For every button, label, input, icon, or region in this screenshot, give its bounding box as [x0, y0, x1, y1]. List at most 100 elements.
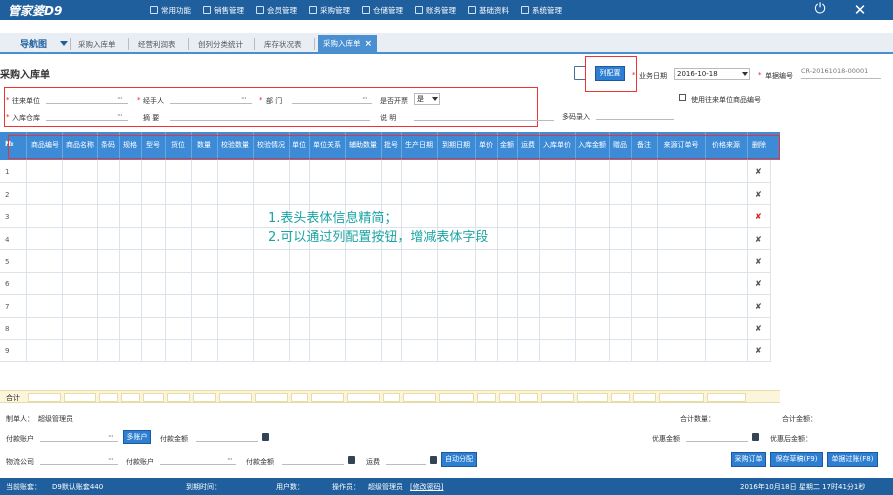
dept-field[interactable]: [292, 92, 372, 104]
handler-field[interactable]: [170, 92, 252, 104]
column-divider: [770, 160, 771, 362]
settings-icon: [521, 6, 529, 14]
delete-row-icon[interactable]: ✘: [755, 279, 762, 288]
delete-row-icon[interactable]: ✘: [755, 190, 762, 199]
auto-allocate-button[interactable]: 自动分配: [441, 452, 477, 467]
yen-icon: [415, 6, 423, 14]
browse-icon[interactable]: ···: [108, 455, 114, 464]
calculator-icon[interactable]: [348, 456, 355, 464]
column-divider: [705, 160, 706, 362]
delete-row-icon[interactable]: ✘: [755, 324, 762, 333]
sum-cell: [255, 393, 288, 402]
pay-account-field[interactable]: [40, 430, 118, 442]
sum-cell: [577, 393, 608, 402]
barcode-label: 多码录入: [562, 113, 590, 121]
delete-row-icon[interactable]: ✘: [755, 257, 762, 266]
close-icon[interactable]: ✕: [850, 0, 870, 20]
menu-member[interactable]: 会员管理: [256, 5, 297, 16]
tab-purchase-inbound-active[interactable]: 采购入库单 ×: [318, 35, 378, 54]
summary-field[interactable]: [170, 109, 370, 121]
column-divider: [575, 160, 576, 362]
row-divider: [0, 182, 770, 183]
tab-profit-report[interactable]: 经营利润表: [138, 37, 176, 54]
column-divider: [381, 160, 382, 362]
vendor-field[interactable]: [46, 92, 128, 104]
barcode-field[interactable]: [596, 108, 674, 120]
status-bar: 当前账套： D9默认账套440 到期时间： 用户数： 操作员： 超级管理员 [修…: [0, 478, 893, 495]
biz-date-picker[interactable]: 2016-10-18: [674, 68, 750, 80]
highlight-box: [8, 135, 780, 159]
calculator-icon[interactable]: [752, 433, 759, 441]
row-divider: [0, 249, 770, 250]
delete-row-icon[interactable]: ✘: [755, 235, 762, 244]
tab-close-icon[interactable]: ×: [365, 39, 373, 49]
nav-map-button[interactable]: 导航图: [20, 37, 47, 50]
purchase-order-button[interactable]: 采购订单: [731, 452, 766, 467]
multi-account-button[interactable]: 多账户: [123, 430, 151, 444]
tab-separator: [254, 38, 255, 50]
pay-amount-field[interactable]: [196, 430, 258, 442]
calculator-icon[interactable]: [430, 456, 437, 464]
power-icon[interactable]: ⏻: [810, 1, 830, 19]
column-divider: [747, 160, 748, 362]
invoice-select[interactable]: 是: [414, 93, 440, 105]
tab-inventory[interactable]: 库存状况表: [264, 37, 302, 54]
warehouse-field[interactable]: [46, 109, 128, 121]
chevron-down-icon[interactable]: [60, 41, 68, 46]
top-bar: 管家婆D9 常用功能 销售管理 会员管理 采购管理 仓储管理 账务管理 基础资料…: [0, 0, 893, 20]
calculator-icon[interactable]: [262, 433, 269, 441]
required-mark: *: [259, 96, 263, 104]
sum-cell: [347, 393, 380, 402]
delete-row-icon[interactable]: ✘: [755, 212, 762, 221]
column-divider: [191, 160, 192, 362]
browse-icon[interactable]: ···: [227, 455, 233, 464]
sum-cell: [403, 393, 436, 402]
after-discount-label: 优惠后金额：: [770, 435, 812, 443]
save-draft-button[interactable]: 保存草稿(F9): [770, 452, 823, 467]
menu-system[interactable]: 系统管理: [521, 5, 562, 16]
delete-row-icon[interactable]: ✘: [755, 346, 762, 355]
delete-row-icon[interactable]: ✘: [755, 302, 762, 311]
freight-field[interactable]: [386, 453, 426, 465]
operator-label: 操作员：: [332, 483, 360, 491]
menu-sales[interactable]: 销售管理: [203, 5, 244, 16]
tab-purchase-inbound[interactable]: 采购入库单: [78, 37, 116, 54]
tab-separator: [188, 38, 189, 50]
pay-amount2-label: 付款金额: [246, 458, 274, 466]
summary-label: 摘 要: [143, 114, 160, 122]
tab-separator: [70, 38, 71, 50]
menu-purchase[interactable]: 采购管理: [309, 5, 350, 16]
browse-icon[interactable]: ···: [362, 94, 368, 103]
row-number: 3: [5, 213, 10, 221]
change-password-link[interactable]: [修改密码]: [410, 482, 443, 492]
browse-icon[interactable]: ···: [117, 111, 123, 120]
menu-warehouse[interactable]: 仓储管理: [362, 5, 403, 16]
sum-cell: [659, 393, 704, 402]
tab-separator: [128, 38, 129, 50]
operator-value: 超级管理员: [368, 483, 403, 491]
sum-cell: [439, 393, 474, 402]
column-config-button[interactable]: 列配置: [595, 66, 625, 81]
column-divider: [497, 160, 498, 362]
post-document-button[interactable]: 单据过账(F8): [827, 452, 878, 467]
required-mark: *: [632, 71, 636, 79]
menu-basic-data[interactable]: 基础资料: [468, 5, 509, 16]
chevron-down-icon: [432, 97, 438, 101]
browse-icon[interactable]: ···: [241, 94, 247, 103]
required-mark: *: [758, 71, 762, 79]
browse-icon[interactable]: ···: [108, 432, 114, 441]
doc-icon: [468, 6, 476, 14]
doc-no-field[interactable]: CR-20161018-00001: [801, 67, 881, 79]
use-vendor-code-checkbox[interactable]: [679, 94, 686, 101]
browse-icon[interactable]: ···: [117, 94, 123, 103]
delete-row-icon[interactable]: ✘: [755, 167, 762, 176]
pay-amount2-field[interactable]: [282, 453, 344, 465]
handler-label: 经手人: [143, 97, 164, 105]
menu-finance[interactable]: 账务管理: [415, 5, 456, 16]
logistics-field[interactable]: [40, 453, 118, 465]
note-field[interactable]: [414, 109, 554, 121]
tab-category-stats[interactable]: 创列分类统计: [198, 37, 243, 54]
menu-common[interactable]: 常用功能: [150, 5, 191, 16]
discount-field[interactable]: [686, 430, 748, 442]
pay-account2-field[interactable]: [160, 453, 236, 465]
